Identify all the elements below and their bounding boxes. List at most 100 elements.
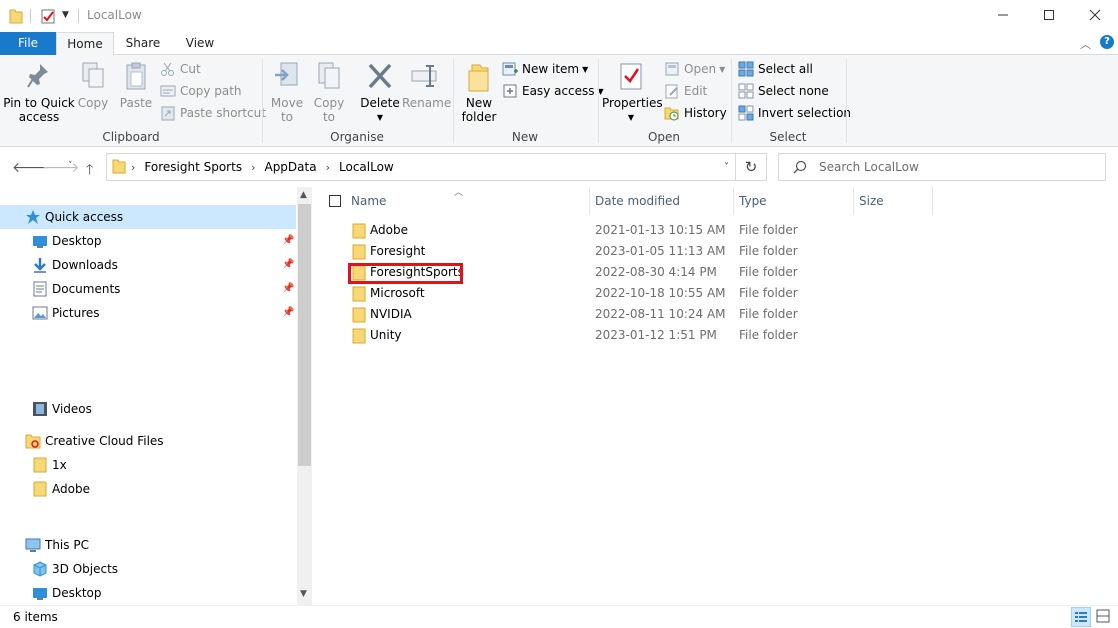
address-dropdown-icon[interactable]: ˅ xyxy=(724,162,729,173)
nav-item-3d-objects[interactable]: 3D Objects xyxy=(32,557,118,581)
rename-button[interactable]: Rename xyxy=(402,55,451,125)
properties-icon[interactable] xyxy=(41,8,55,27)
open-label: Open xyxy=(684,62,717,76)
minimize-button[interactable] xyxy=(980,0,1026,30)
table-row[interactable]: NVIDIA 2022-08-11 10:24 AM File folder xyxy=(312,304,1118,325)
nav-item-videos[interactable]: Videos xyxy=(32,397,92,421)
select-all-checkbox[interactable] xyxy=(329,195,341,207)
invert-selection-button[interactable]: Invert selection xyxy=(738,103,851,123)
breadcrumb-chevron-icon[interactable]: › xyxy=(321,161,335,174)
large-icons-view-button[interactable] xyxy=(1094,607,1114,627)
breadcrumb-chevron-icon[interactable]: › xyxy=(246,161,260,174)
table-row[interactable]: Microsoft 2022-10-18 10:55 AM File folde… xyxy=(312,283,1118,304)
nav-item-1x[interactable]: 1x xyxy=(32,453,67,477)
breadcrumb-item[interactable]: AppData xyxy=(260,160,320,174)
move-to-button[interactable]: Move to xyxy=(268,55,306,125)
history-button[interactable]: History xyxy=(664,103,727,123)
forward-arrow-icon[interactable]: 🡒 xyxy=(42,159,80,176)
table-row[interactable]: Foresight 2023-01-05 11:13 AM File folde… xyxy=(312,241,1118,262)
easy-access-icon xyxy=(502,83,518,99)
column-divider[interactable] xyxy=(853,187,854,215)
properties-dropdown-icon[interactable]: ▼ xyxy=(602,111,660,124)
new-folder-button[interactable]: New folder xyxy=(458,55,500,125)
nav-item-label: Pictures xyxy=(52,306,100,320)
delete-dropdown-icon[interactable]: ▼ xyxy=(358,111,402,124)
group-label-clipboard: Clipboard xyxy=(102,130,160,144)
search-box[interactable]: Search LocalLow xyxy=(778,153,1106,181)
minimize-ribbon-icon[interactable]: ︿ xyxy=(1080,36,1091,52)
select-all-icon xyxy=(738,61,754,77)
paste-button[interactable]: Paste xyxy=(118,55,154,125)
tab-share[interactable]: Share xyxy=(117,32,169,55)
delete-button[interactable]: Delete ▼ xyxy=(358,55,402,125)
select-none-button[interactable]: Select none xyxy=(738,81,829,101)
pinned-icon: 📌 xyxy=(282,283,295,294)
easy-access-button[interactable]: Easy access ▼ xyxy=(502,81,604,101)
tab-home[interactable]: Home xyxy=(56,32,114,56)
nav-item-creative-cloud-files[interactable]: Creative Cloud Files xyxy=(25,429,164,453)
scrollbar-thumb[interactable] xyxy=(298,204,311,466)
recent-locations-chevron-icon[interactable]: ˅ xyxy=(68,161,73,171)
select-all-button[interactable]: Select all xyxy=(738,59,813,79)
table-row[interactable]: Unity 2023-01-12 1:51 PM File folder xyxy=(312,325,1118,346)
quick-access-toolbar-dropdown-icon[interactable]: ▼ xyxy=(62,10,69,20)
nav-item-this-pc[interactable]: This PC xyxy=(25,533,89,557)
copy-to-button[interactable]: Copy to xyxy=(310,55,348,125)
nav-item-documents[interactable]: Documents xyxy=(32,277,120,301)
open-icon xyxy=(664,61,680,77)
help-icon[interactable]: ? xyxy=(1100,35,1114,49)
column-divider[interactable] xyxy=(589,187,590,215)
details-view-icon xyxy=(1075,612,1087,622)
nav-item-label: Creative Cloud Files xyxy=(45,434,164,448)
edit-button[interactable]: Edit xyxy=(664,81,707,101)
folder-icon xyxy=(352,328,366,347)
tab-file[interactable]: File xyxy=(0,32,56,55)
table-row[interactable]: Adobe 2021-01-13 10:15 AM File folder xyxy=(312,220,1118,241)
scroll-down-icon[interactable]: ▼ xyxy=(300,589,307,599)
open-button[interactable]: Open ▼ xyxy=(664,59,725,79)
copy-path-button[interactable]: Copy path xyxy=(160,81,242,101)
nav-item-downloads[interactable]: Downloads xyxy=(32,253,118,277)
history-label: History xyxy=(684,106,727,120)
breadcrumb-item[interactable]: Foresight Sports xyxy=(140,160,246,174)
close-icon xyxy=(1089,9,1101,21)
new-item-button[interactable]: New item ▼ xyxy=(502,59,588,79)
maximize-button[interactable] xyxy=(1026,0,1072,30)
breadcrumb-item[interactable]: LocalLow xyxy=(335,160,398,174)
copy-path-label: Copy path xyxy=(180,84,242,98)
column-divider[interactable] xyxy=(733,187,734,215)
up-arrow-icon[interactable]: 🡑 xyxy=(86,159,93,183)
column-divider[interactable] xyxy=(932,187,933,215)
column-header-date[interactable]: Date modified xyxy=(595,187,733,215)
address-bar[interactable]: › Foresight Sports › AppData › LocalLow … xyxy=(106,153,736,181)
nav-item-quick-access[interactable]: Quick access xyxy=(25,205,123,229)
scroll-up-icon[interactable]: ▲ xyxy=(300,190,307,200)
column-header-type[interactable]: Type xyxy=(739,187,853,215)
nav-item-label: Desktop xyxy=(52,586,102,600)
nav-item-desktop-pc[interactable]: Desktop xyxy=(32,581,102,605)
nav-item-pictures[interactable]: Pictures xyxy=(32,301,100,325)
history-icon xyxy=(664,105,680,121)
invert-selection-icon xyxy=(738,105,754,121)
move-label-2: to xyxy=(280,110,294,124)
paste-shortcut-button[interactable]: Paste shortcut xyxy=(160,103,266,123)
properties-label: Properties xyxy=(602,96,663,110)
cut-button[interactable]: Cut xyxy=(160,59,201,79)
file-name: NVIDIA xyxy=(370,307,412,321)
column-header-size[interactable]: Size xyxy=(859,187,931,215)
nav-item-label: Documents xyxy=(52,282,121,296)
column-header-name[interactable]: Name xyxy=(351,187,589,215)
breadcrumb-chevron-icon[interactable]: › xyxy=(126,161,140,174)
pin-to-quick-access-button[interactable]: Pin to Quick access xyxy=(2,55,76,125)
navigation-scrollbar[interactable]: ▲ ▼ xyxy=(297,187,312,605)
close-button[interactable] xyxy=(1072,0,1118,30)
file-date: 2022-08-30 4:14 PM xyxy=(595,265,717,279)
refresh-button[interactable]: ↻ xyxy=(736,153,767,181)
tab-view[interactable]: View xyxy=(176,32,224,55)
details-view-button[interactable] xyxy=(1071,607,1091,627)
copy-button[interactable]: Copy xyxy=(76,55,110,125)
properties-button[interactable]: Properties ▼ xyxy=(602,55,663,125)
nav-item-desktop[interactable]: Desktop xyxy=(32,229,102,253)
navigation-bar: 🡐 🡒 ˅ 🡑 › Foresight Sports › AppData › L… xyxy=(0,147,1118,187)
nav-item-adobe[interactable]: Adobe xyxy=(32,477,90,501)
